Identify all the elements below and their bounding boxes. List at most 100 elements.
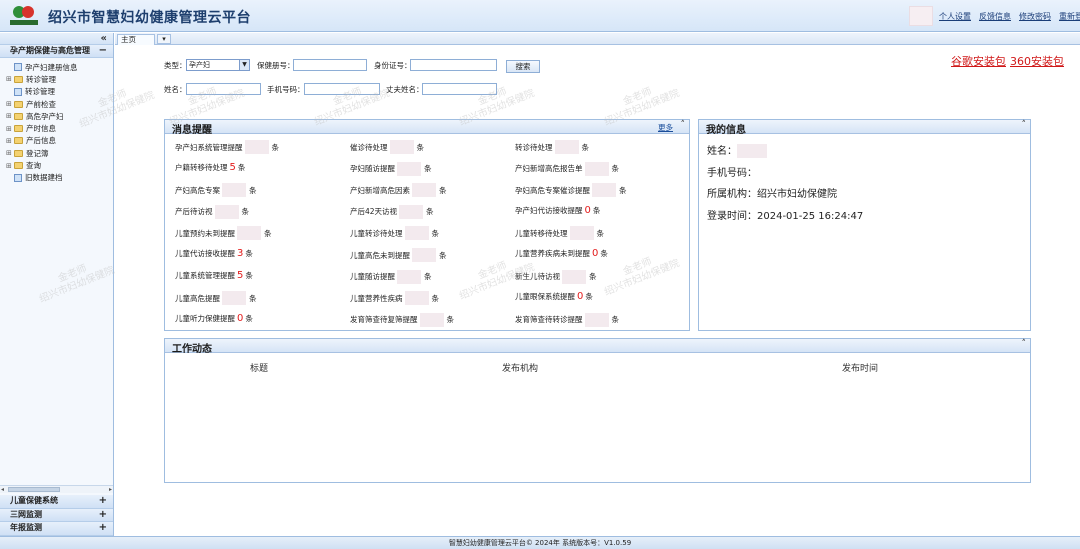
message-label: 发育筛查待复筛提醒 — [350, 315, 418, 325]
message-label: 新生儿待访视 — [515, 272, 560, 282]
expand-icon[interactable]: ⊞ — [6, 100, 14, 108]
message-item[interactable]: 产后待访视 条 — [175, 204, 249, 219]
message-item[interactable]: 孕产妇代访接收提醒 0 条 — [515, 205, 600, 216]
redacted-count — [389, 140, 414, 154]
message-item[interactable]: 儿童转诊待处理 条 — [350, 226, 439, 241]
sidebar: « 孕产期保健与高危管理 − 孕产妇建册信息 ⊞ 转诊管理 转诊管理 ⊞ 产前检查 ⊞ 高危孕… — [0, 33, 114, 536]
info-org-value: 绍兴市妇幼保健院 — [757, 189, 837, 200]
husband-name-input[interactable] — [422, 83, 497, 95]
message-item[interactable]: 儿童预约未到提醒 条 — [175, 226, 272, 241]
chrome-installer-link[interactable]: 谷歌安装包 — [951, 53, 1006, 69]
name-input[interactable] — [186, 83, 261, 95]
message-item[interactable]: 产妇新增高危因素 条 — [350, 183, 447, 198]
id-number-input[interactable] — [410, 59, 497, 71]
expand-icon[interactable]: ⊞ — [6, 125, 14, 133]
collapse-icon[interactable]: ˄ — [1022, 339, 1027, 349]
message-label: 孕妇随访提醒 — [350, 164, 395, 174]
message-item[interactable]: 发育筛查待复筛提醒 条 — [350, 312, 454, 327]
message-item[interactable]: 孕妇随访提醒 条 — [350, 161, 432, 176]
expand-icon[interactable]: ⊞ — [6, 75, 14, 83]
collapse-icon[interactable]: ˄ — [681, 120, 686, 130]
message-item[interactable]: 儿童听力保健提醒 0 条 — [175, 313, 253, 324]
expand-icon[interactable]: ⊞ — [6, 162, 14, 170]
message-item[interactable]: 转诊待处理 条 — [515, 140, 589, 154]
book-no-input[interactable] — [293, 59, 367, 71]
personal-settings-link[interactable]: 个人设置 — [939, 11, 971, 22]
message-item[interactable]: 儿童眼保系统提醒 0 条 — [515, 291, 593, 302]
message-count: 3 — [237, 248, 244, 259]
type-select[interactable]: 孕产妇 ▼ — [186, 59, 250, 71]
sidebar-item[interactable]: 孕产妇建册信息 — [6, 61, 113, 73]
message-item[interactable]: 儿童高危提醒 条 — [175, 291, 257, 306]
horizontal-scrollbar[interactable]: ◂ ▸ — [0, 485, 113, 493]
tab-home[interactable]: 主页 — [117, 34, 155, 45]
message-label: 儿童营养性疾病 — [350, 293, 403, 303]
tab-dropdown-icon[interactable]: ▾ — [157, 34, 171, 44]
chevron-down-icon[interactable]: ▼ — [239, 60, 249, 70]
message-item[interactable]: 儿童系统管理提醒 5 条 — [175, 270, 253, 281]
search-button[interactable]: 搜索 — [506, 60, 540, 73]
page-icon — [14, 63, 22, 72]
relogin-link[interactable]: 重新登录 — [1059, 11, 1080, 22]
message-unit: 条 — [600, 249, 608, 258]
360-installer-link[interactable]: 360安装包 — [1010, 53, 1064, 69]
column-publisher: 发布机构 — [502, 364, 539, 374]
sidebar-panel-prenatal[interactable]: 孕产期保健与高危管理 − — [0, 45, 113, 58]
scroll-left-icon[interactable]: ◂ — [1, 486, 4, 493]
info-phone-label: 手机号码： — [707, 168, 757, 179]
message-item[interactable]: 新生儿待访视 条 — [515, 269, 597, 284]
sidebar-item-label: 查询 — [26, 161, 41, 171]
expand-icon[interactable]: ⊞ — [6, 137, 14, 145]
folder-icon — [14, 137, 23, 145]
message-item[interactable]: 儿童转移待处理 条 — [515, 226, 605, 241]
change-password-link[interactable]: 修改密码 — [1019, 11, 1051, 22]
message-item[interactable]: 儿童营养疾病未到提醒 0 条 — [515, 248, 608, 259]
sidebar-item[interactable]: 旧数据建档 — [6, 172, 113, 184]
message-item[interactable]: 儿童营养性疾病 条 — [350, 291, 439, 306]
sidebar-item[interactable]: ⊞ 查询 — [6, 159, 113, 171]
phone-input[interactable] — [304, 83, 380, 95]
info-phone: 手机号码： — [707, 164, 757, 179]
expand-icon[interactable]: + — [99, 509, 107, 521]
message-item[interactable]: 儿童随访提醒 条 — [350, 269, 432, 284]
message-item[interactable]: 孕产妇系统管理提醒 条 — [175, 140, 279, 154]
redacted-count — [569, 226, 594, 241]
scroll-right-icon[interactable]: ▸ — [109, 486, 112, 493]
sidebar-panel-annual-report[interactable]: 年报监测 + — [0, 522, 113, 536]
main-content: 主页 ▾ 类型： 孕产妇 ▼ 保健册号： 身份证号： 搜索 姓名： 手机号码： … — [38, 33, 1080, 536]
more-link[interactable]: 更多 — [658, 122, 673, 133]
sidebar-item[interactable]: ⊞ 产后信息 — [6, 135, 113, 147]
sidebar-item[interactable]: ⊞ 转诊管理 — [6, 73, 113, 85]
expand-icon[interactable]: ⊞ — [6, 149, 14, 157]
message-item[interactable]: 催诊待处理 条 — [350, 140, 424, 154]
message-item[interactable]: 产后42天访视 条 — [350, 204, 434, 219]
message-item[interactable]: 户籍转移待处理 5 条 — [175, 162, 245, 173]
message-unit: 条 — [596, 228, 605, 238]
sidebar-item[interactable]: ⊞ 高危孕产妇 — [6, 110, 113, 122]
sidebar-item[interactable]: ⊞ 产时信息 — [6, 122, 113, 134]
message-label: 儿童转移待处理 — [515, 228, 568, 238]
message-item[interactable]: 孕妇高危专案催诊提醒 条 — [515, 183, 627, 198]
sidebar-collapse-button[interactable]: « — [0, 33, 113, 45]
expand-icon[interactable]: + — [99, 495, 107, 507]
my-info-title: 我的信息 — [706, 125, 746, 136]
collapse-icon[interactable]: ˄ — [1022, 120, 1027, 130]
message-item[interactable]: 儿童高危未到提醒 条 — [350, 248, 447, 262]
message-item[interactable]: 产妇高危专案 条 — [175, 183, 257, 198]
expand-icon[interactable]: ⊞ — [6, 112, 14, 120]
sidebar-item[interactable]: 转诊管理 — [6, 86, 113, 98]
sidebar-item[interactable]: ⊞ 登记簿 — [6, 147, 113, 159]
sidebar-panel-title: 儿童保健系统 — [10, 496, 58, 505]
expand-icon[interactable]: + — [99, 522, 107, 534]
sidebar-panel-child-care[interactable]: 儿童保健系统 + — [0, 495, 113, 509]
message-item[interactable]: 产妇新增高危报告单 条 — [515, 161, 619, 176]
sidebar-panel-three-network[interactable]: 三网监测 + — [0, 508, 113, 522]
sidebar-item[interactable]: ⊞ 产前检查 — [6, 98, 113, 110]
message-item[interactable]: 儿童代访接收提醒 3 条 — [175, 248, 253, 259]
scrollbar-thumb[interactable] — [8, 487, 60, 492]
collapse-icon[interactable]: − — [99, 45, 107, 57]
sidebar-item-label: 产后信息 — [26, 136, 56, 146]
feedback-link[interactable]: 反馈信息 — [979, 11, 1011, 22]
message-item[interactable]: 发育筛查待转诊提醒 条 — [515, 312, 619, 327]
message-label: 孕妇高危专案催诊提醒 — [515, 185, 590, 195]
